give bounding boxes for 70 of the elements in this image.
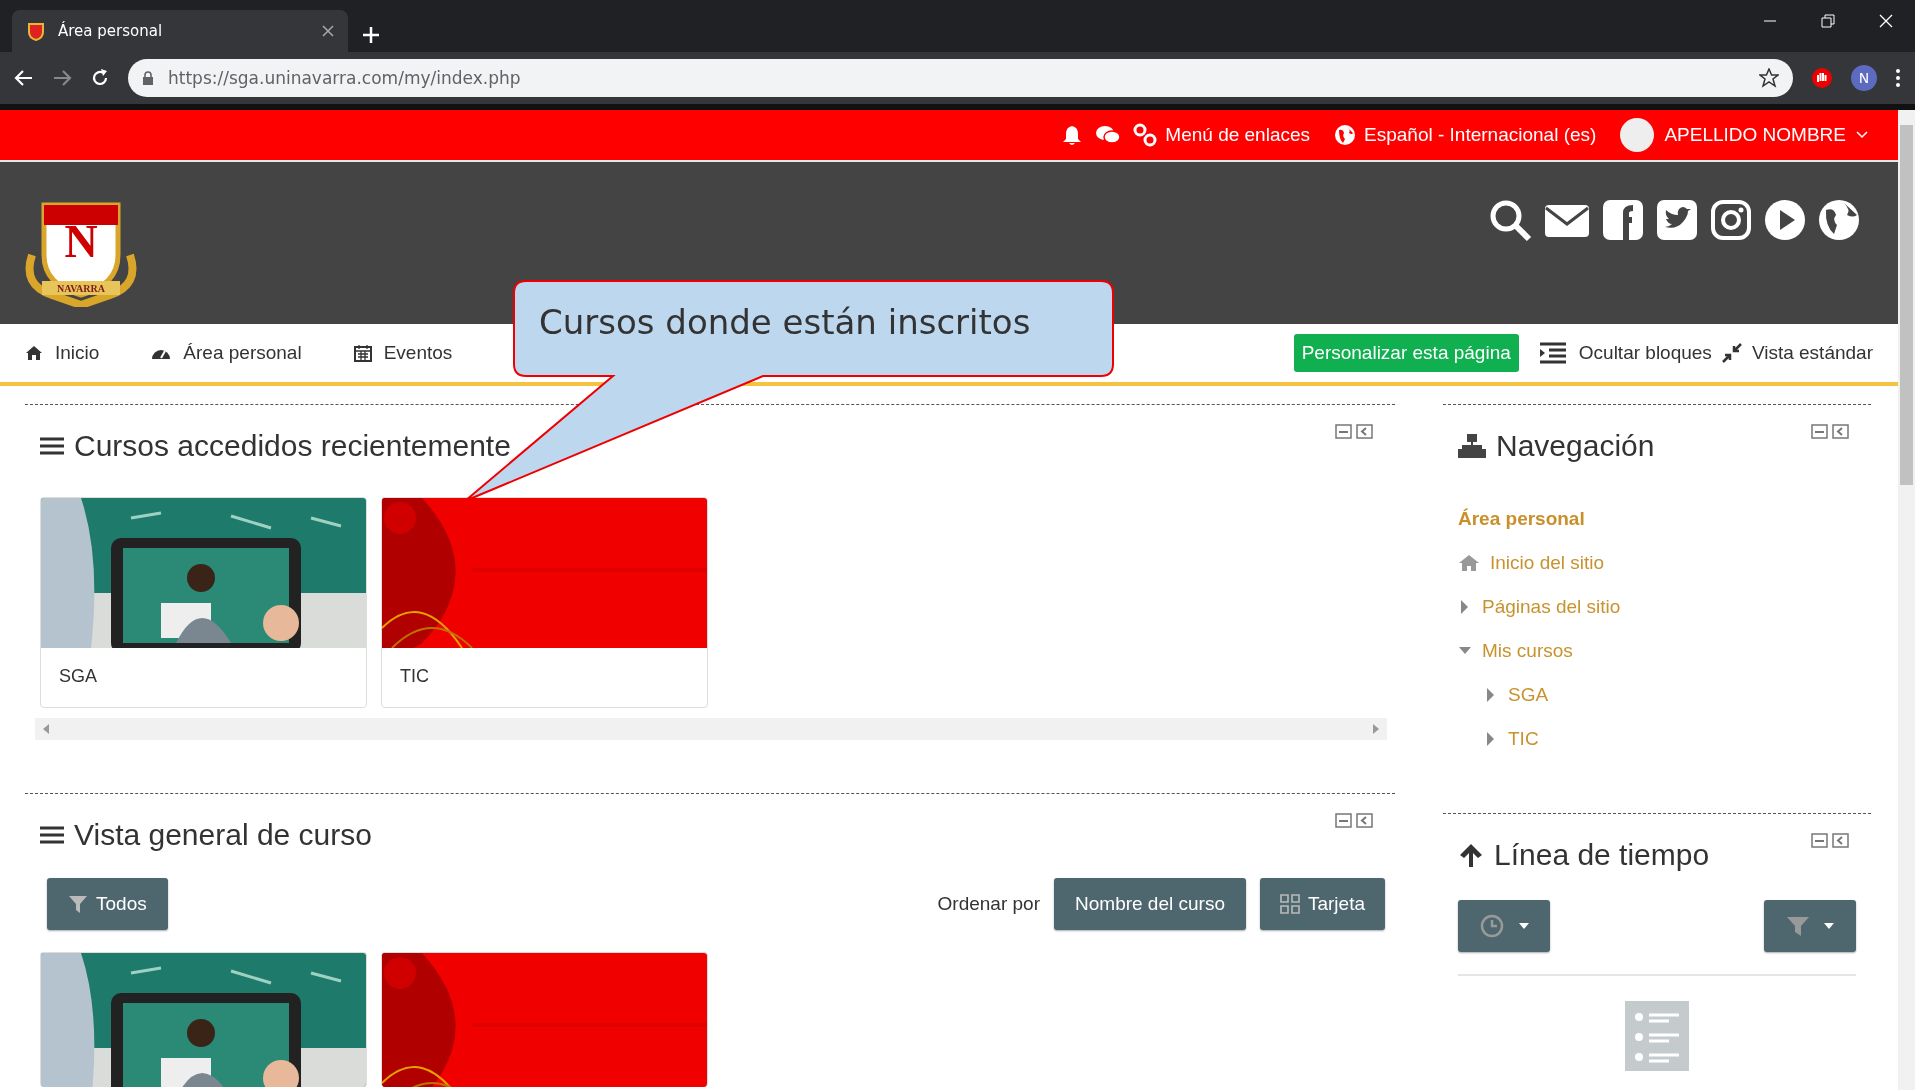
home-icon: [1458, 554, 1480, 572]
user-menu[interactable]: APELLIDO NOMBRE: [1620, 118, 1868, 152]
facebook-icon[interactable]: [1602, 198, 1644, 242]
close-icon[interactable]: [1879, 14, 1893, 28]
block-title: Cursos accedidos recientemente: [74, 429, 511, 463]
search-icon[interactable]: [1488, 198, 1532, 242]
filter-icon: [68, 894, 88, 914]
globe-icon[interactable]: [1818, 198, 1860, 242]
chevron-down-icon: [1856, 131, 1868, 139]
bird-icon[interactable]: [1656, 198, 1698, 242]
caret-icon: [1824, 923, 1834, 929]
empty-list-icon: [1625, 1001, 1689, 1071]
play-icon[interactable]: [1764, 198, 1806, 242]
block-title: Vista general de curso: [74, 818, 372, 852]
lock-icon: [142, 71, 154, 85]
view-button[interactable]: Tarjeta: [1259, 878, 1385, 930]
sort-button[interactable]: Nombre del curso: [1054, 878, 1246, 930]
camera-icon[interactable]: [1710, 198, 1752, 242]
menu-icon[interactable]: [1895, 68, 1901, 88]
caret-icon: [1519, 923, 1529, 929]
block-controls-icon[interactable]: [1811, 423, 1851, 441]
bell-icon[interactable]: [1061, 124, 1084, 146]
grid-icon: [1279, 894, 1300, 914]
menu-icon: [40, 436, 64, 456]
tab-title: Área personal: [58, 22, 164, 40]
sitemap-icon: [1458, 434, 1486, 458]
new-tab-icon[interactable]: [362, 26, 380, 44]
callout-text: Cursos donde están inscritos: [539, 302, 1031, 342]
browser-tab[interactable]: Área personal: [12, 10, 348, 52]
globe-icon: [1334, 124, 1357, 146]
back-icon[interactable]: [14, 68, 34, 88]
calendar-icon: [353, 344, 372, 362]
restore-icon[interactable]: [1821, 14, 1835, 28]
links-menu[interactable]: Menú de enlaces: [1133, 123, 1311, 147]
avatar: [1620, 118, 1655, 152]
menu-icon: [40, 825, 64, 845]
home-icon: [25, 345, 43, 361]
indent-icon: [1538, 342, 1567, 364]
block-controls-icon[interactable]: [1335, 812, 1375, 830]
nav-link[interactable]: Inicio: [25, 342, 100, 364]
course-name[interactable]: TIC: [382, 648, 707, 707]
language-menu[interactable]: Español - Internacional (es): [1334, 124, 1597, 146]
chat-icon[interactable]: [1095, 124, 1122, 146]
sort-label: Ordenar por: [937, 893, 1040, 915]
nav-link[interactable]: Eventos: [353, 342, 453, 364]
reload-icon[interactable]: [90, 68, 110, 88]
course-card[interactable]: SGA: [40, 497, 367, 708]
extension-icon[interactable]: [1811, 67, 1833, 89]
profile-avatar[interactable]: N: [1851, 65, 1877, 91]
block-title: Línea de tiempo: [1494, 838, 1710, 872]
nav-link[interactable]: Área personal: [151, 342, 302, 364]
hide-blocks-link[interactable]: Ocultar bloques: [1538, 342, 1712, 364]
compress-icon: [1721, 343, 1742, 363]
clock-icon: [1479, 913, 1505, 939]
address-bar[interactable]: https://sga.uninavarra.com/my/index.php: [128, 59, 1793, 97]
link-icon: [1133, 123, 1158, 147]
block-controls-icon[interactable]: [1811, 832, 1851, 850]
course-name[interactable]: SGA: [41, 648, 366, 707]
block-controls-icon[interactable]: [1335, 423, 1375, 441]
scrollbar-thumb[interactable]: [1900, 125, 1913, 485]
standard-view-link[interactable]: Vista estándar: [1721, 342, 1873, 364]
star-icon[interactable]: [1759, 68, 1779, 88]
filter-icon: [1786, 914, 1810, 938]
forward-icon[interactable]: [52, 68, 72, 88]
up-arrow-icon: [1458, 842, 1484, 868]
course-card[interactable]: TIC: [381, 497, 708, 708]
crest-icon: [26, 21, 46, 41]
filter-button[interactable]: Todos: [47, 878, 168, 930]
close-tab-icon[interactable]: [322, 25, 334, 37]
block-title: Navegación: [1496, 429, 1655, 463]
